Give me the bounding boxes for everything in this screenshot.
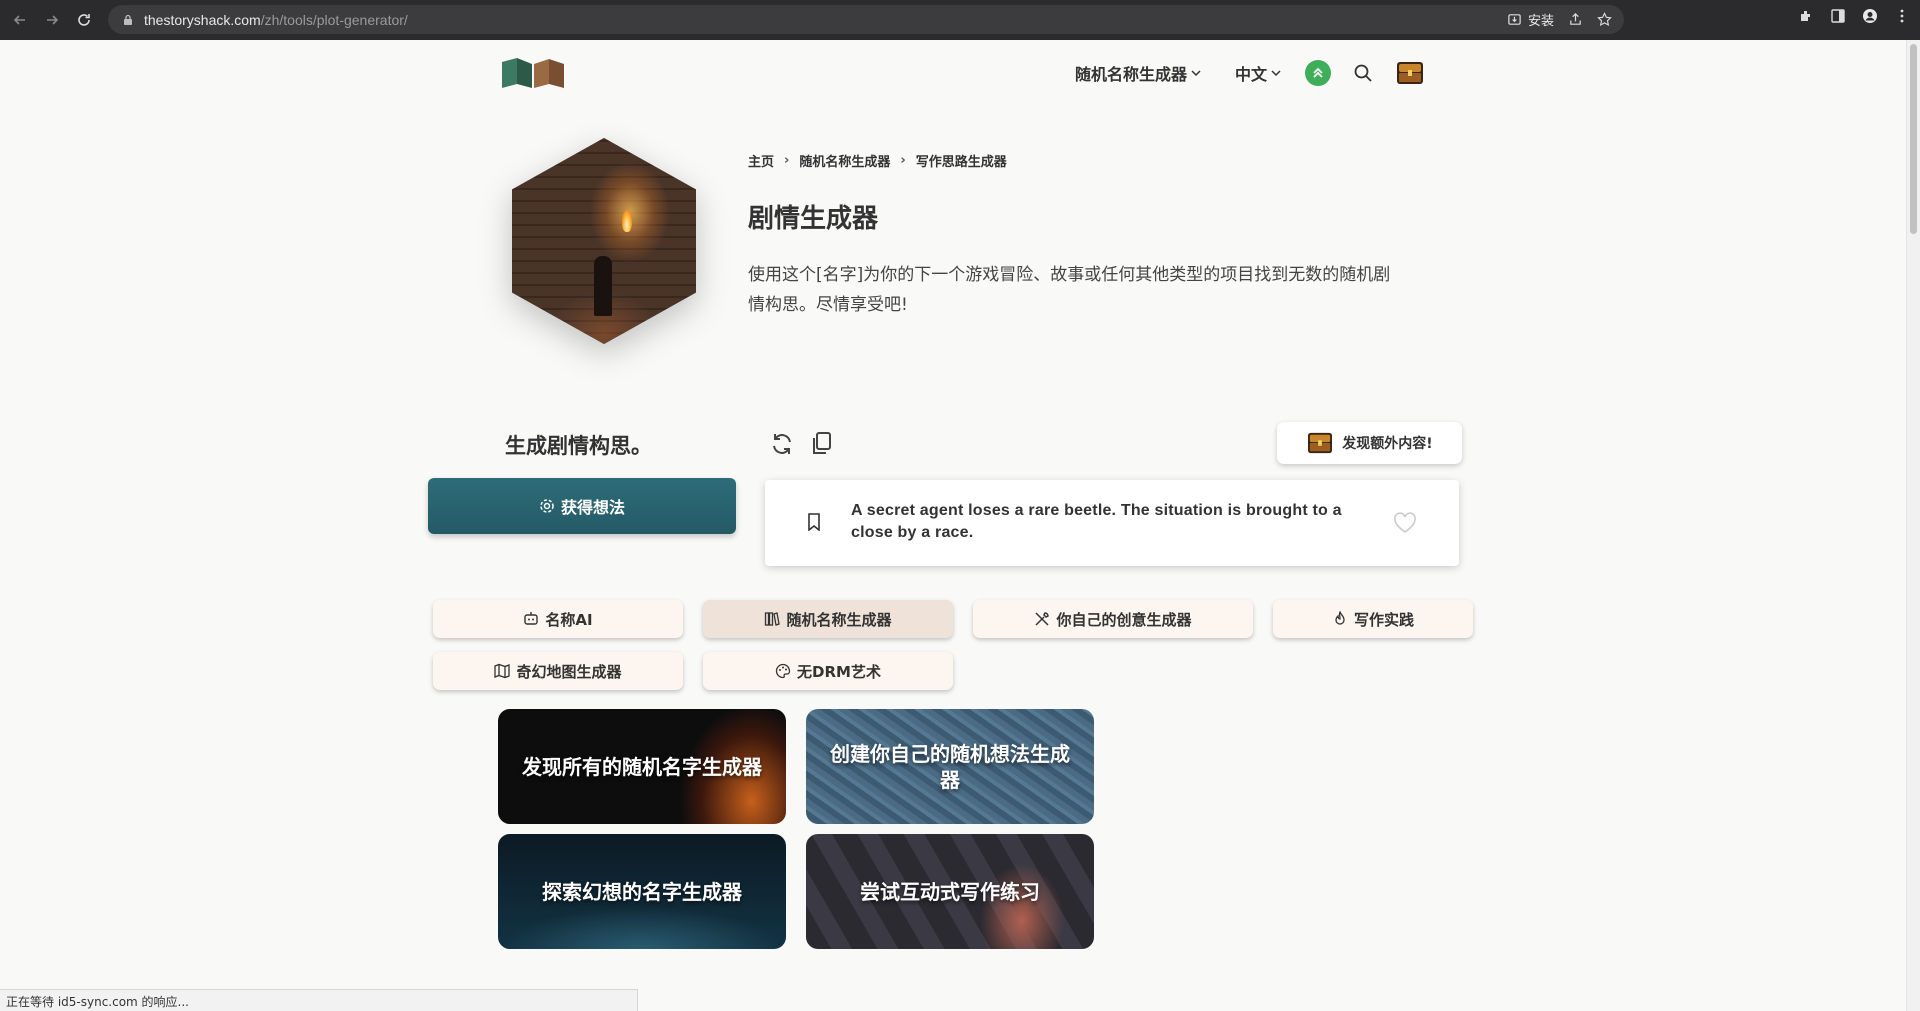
discover-extra-button[interactable]: 发现额外内容! — [1277, 422, 1462, 464]
tool-drm-free-art[interactable]: 无DRM艺术 — [703, 652, 953, 690]
gear-icon — [540, 499, 554, 513]
robot-icon — [524, 612, 539, 625]
flame-icon — [1335, 611, 1345, 625]
tools-icon — [1035, 612, 1050, 626]
language-menu[interactable]: 中文 — [1235, 61, 1281, 85]
forward-icon[interactable] — [40, 8, 64, 32]
tool-custom-generator[interactable]: 你自己的创意生成器 — [973, 600, 1253, 638]
treasure-chest-icon[interactable] — [1395, 60, 1425, 86]
chevron-down-icon — [1191, 70, 1201, 77]
extensions-icon[interactable] — [1798, 8, 1814, 24]
reload-icon[interactable] — [72, 8, 96, 32]
refresh-icon[interactable] — [768, 430, 796, 458]
bookmark-star-icon[interactable] — [1597, 12, 1612, 27]
card-fantasy-name-generators[interactable]: 探索幻想的名字生成器 — [498, 834, 786, 949]
generator-heading: 生成剧情构思。 — [505, 434, 652, 458]
profile-icon[interactable] — [1862, 8, 1878, 24]
upgrade-icon[interactable] — [1305, 60, 1332, 86]
chevron-down-icon — [1271, 70, 1281, 77]
chevron-right-icon: › — [784, 153, 790, 168]
side-panel-icon[interactable] — [1830, 8, 1846, 24]
page-description: 使用这个[名字]为你的下一个游戏冒险、故事或任何其他类型的项目找到无数的随机剧情… — [748, 265, 1391, 315]
heart-icon[interactable] — [1393, 512, 1417, 534]
palette-icon — [775, 663, 791, 679]
page-scrollbar[interactable] — [1906, 40, 1920, 1011]
hero-image — [512, 138, 696, 344]
breadcrumb: 主页 › 随机名称生成器 › 写作思路生成器 — [748, 151, 1007, 170]
address-bar[interactable]: thestoryshack.com/zh/tools/plot-generato… — [108, 5, 1624, 34]
breadcrumb-generators[interactable]: 随机名称生成器 — [799, 151, 890, 170]
site-logo[interactable] — [502, 58, 564, 88]
share-icon[interactable] — [1568, 12, 1583, 27]
get-idea-button[interactable]: 获得想法 — [428, 478, 736, 534]
install-icon — [1508, 14, 1521, 25]
nav-generators-menu[interactable]: 随机名称生成器 — [1075, 61, 1201, 85]
breadcrumb-writing-ideas[interactable]: 写作思路生成器 — [916, 151, 1007, 170]
lock-icon — [124, 14, 132, 25]
result-card: A secret agent loses a rare beetle. The … — [765, 480, 1459, 566]
bookmark-icon[interactable] — [807, 513, 821, 531]
card-create-idea-generator[interactable]: 创建你自己的随机想法生成器 — [806, 709, 1094, 824]
books-icon — [765, 612, 781, 626]
copy-icon[interactable] — [808, 430, 836, 458]
tool-writing-practice[interactable]: 写作实践 — [1273, 600, 1473, 638]
treasure-chest-icon — [1308, 432, 1333, 454]
url-text: thestoryshack.com/zh/tools/plot-generato… — [144, 11, 408, 28]
card-writing-exercises[interactable]: 尝试互动式写作练习 — [806, 834, 1094, 949]
browser-toolbar: thestoryshack.com/zh/tools/plot-generato… — [0, 0, 1920, 40]
more-menu-icon[interactable] — [1894, 8, 1910, 24]
page-title: 剧情生成器 — [748, 204, 879, 234]
chevron-right-icon: › — [900, 153, 906, 168]
card-all-name-generators[interactable]: 发现所有的随机名字生成器 — [498, 709, 786, 824]
search-icon[interactable] — [1353, 63, 1373, 83]
tool-fantasy-map[interactable]: 奇幻地图生成器 — [433, 652, 683, 690]
tool-name-ai[interactable]: 名称AI — [433, 600, 683, 638]
result-text: A secret agent loses a rare beetle. The … — [851, 502, 1342, 541]
browser-status-bar: 正在等待 id5-sync.com 的响应... — [0, 989, 638, 1011]
scrollbar-thumb[interactable] — [1910, 44, 1917, 234]
tool-random-names[interactable]: 随机名称生成器 — [703, 600, 953, 638]
breadcrumb-home[interactable]: 主页 — [748, 151, 774, 170]
back-icon[interactable] — [8, 8, 32, 32]
install-button[interactable]: 安装 — [1507, 10, 1554, 29]
map-icon — [494, 663, 511, 679]
